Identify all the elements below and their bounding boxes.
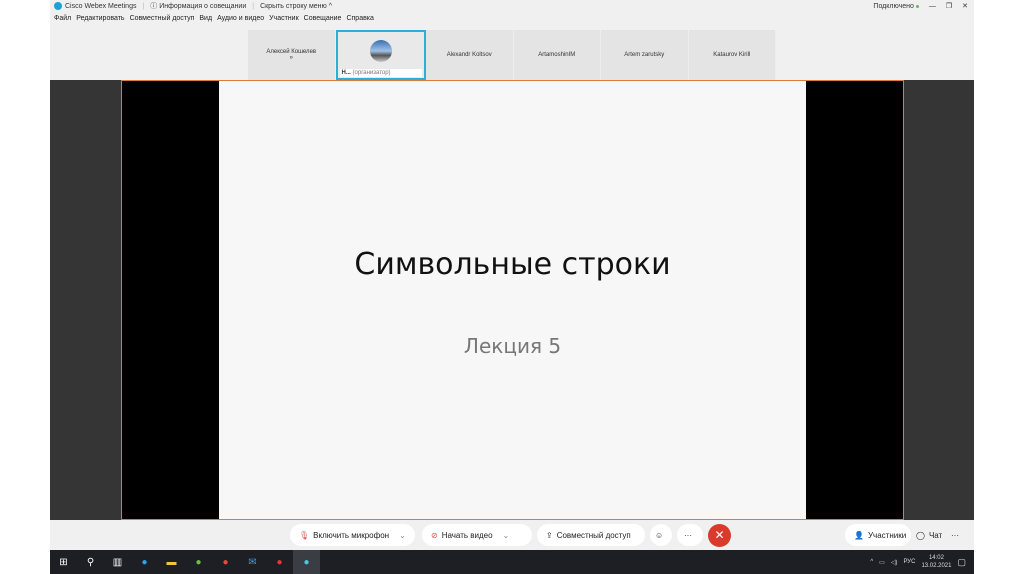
- menu-view[interactable]: Вид: [199, 15, 212, 22]
- menu-meeting[interactable]: Совещание: [304, 15, 342, 22]
- volume-icon[interactable]: ◁): [891, 559, 898, 566]
- status-dot-icon: [915, 4, 919, 8]
- restore-button[interactable]: ❐: [946, 2, 952, 10]
- chat-label: Чат: [928, 530, 943, 540]
- webex-logo-icon: [54, 2, 62, 10]
- people-icon: 👤: [854, 530, 864, 540]
- status-label: Подключено: [873, 2, 914, 10]
- network-icon[interactable]: ▭: [879, 559, 885, 566]
- clock[interactable]: 14:02 13.02.2021: [921, 554, 951, 570]
- language-indicator[interactable]: РУС: [903, 559, 915, 565]
- participant-name: Artem zarutsky: [624, 52, 665, 58]
- participants-button[interactable]: 👤 Участники: [845, 524, 911, 546]
- notifications-icon[interactable]: ▢: [957, 557, 966, 568]
- hide-menu-button[interactable]: Скрыть строку меню ^: [260, 3, 332, 10]
- participant-name: Н...: [341, 70, 351, 76]
- clock-time: 14:02: [928, 555, 944, 561]
- minimize-button[interactable]: —: [929, 3, 936, 10]
- unmute-button[interactable]: 🎙 Включить микрофон ⌄: [290, 524, 415, 546]
- host-role: (организатор): [352, 70, 391, 76]
- share-label: Совместный доступ: [556, 530, 631, 540]
- chat-button[interactable]: ◯ Чат: [907, 524, 947, 546]
- title-bar: Cisco Webex Meetings | ⓘ Информация о со…: [50, 0, 974, 12]
- windows-taskbar: ⊞ ⚲ ▥ ● ▬ ● ● ✉ ● ● ^ ▭ ◁) РУС 14:02 13.0…: [50, 550, 974, 574]
- chevron-down-icon[interactable]: ⌄: [399, 531, 406, 540]
- slide-subtitle: Лекция 5: [463, 334, 562, 358]
- microphone-muted-icon: 🎙: [299, 530, 310, 540]
- tray-chevron-up-icon[interactable]: ^: [870, 559, 873, 565]
- menu-edit[interactable]: Редактировать: [76, 15, 124, 22]
- shared-content-stage: Символьные строки Лекция 5: [50, 80, 974, 520]
- meeting-controls: 🎙 Включить микрофон ⌄ ⊘ Начать видео ⌄ ⇪ Совм…: [50, 520, 974, 550]
- meeting-info-button[interactable]: ⓘ Информация о совещании: [150, 1, 246, 11]
- participant-tile[interactable]: Artem zarutsky: [601, 30, 689, 80]
- chevron-down-icon[interactable]: ⌄: [503, 531, 510, 540]
- chat-icon: ◯: [916, 530, 925, 540]
- end-meeting-button[interactable]: ✕: [708, 524, 731, 547]
- yandex-browser-icon[interactable]: ●: [266, 550, 293, 574]
- participants-label: Участники: [867, 530, 907, 540]
- reactions-button[interactable]: ☺: [650, 524, 672, 546]
- app-title: Cisco Webex Meetings: [65, 2, 137, 10]
- more-icon: ···: [951, 530, 959, 540]
- more-icon: ···: [684, 530, 692, 540]
- menu-bar: Файл Редактировать Совместный доступ Вид…: [54, 15, 374, 22]
- utorrent-icon[interactable]: ●: [185, 550, 212, 574]
- participant-tile-host[interactable]: Н... (организатор): [335, 30, 426, 80]
- system-tray: ^ ▭ ◁) РУС 14:02 13.02.2021 ▢: [870, 550, 966, 574]
- close-button[interactable]: ✕: [962, 2, 968, 10]
- participant-name: ArtamoshinIM: [538, 52, 576, 58]
- task-view-icon[interactable]: ▥: [104, 550, 131, 574]
- meeting-info-label: Информация о совещании: [159, 3, 247, 10]
- video-off-icon: ⊘: [431, 530, 438, 540]
- participant-tile[interactable]: Kataurov Kirill: [689, 30, 776, 80]
- participant-name: Alexandr Koltsov: [446, 52, 492, 58]
- menu-file[interactable]: Файл: [54, 15, 71, 22]
- mail-icon[interactable]: ✉: [239, 550, 266, 574]
- participant-tile[interactable]: ArtamoshinIM: [514, 30, 601, 80]
- shared-screen-frame: Символьные строки Лекция 5: [121, 80, 904, 520]
- webex-window: Cisco Webex Meetings | ⓘ Информация о со…: [50, 0, 974, 550]
- more-options-button[interactable]: ···: [677, 524, 703, 546]
- unmute-label: Включить микрофон: [313, 530, 390, 540]
- presentation-slide: Символьные строки Лекция 5: [219, 81, 806, 519]
- clock-date: 13.02.2021: [921, 563, 952, 569]
- participant-more: »: [289, 55, 293, 61]
- participant-strip: Алексей Кошелев» Н... (организатор) Alex…: [248, 30, 776, 80]
- chrome-icon[interactable]: ●: [212, 550, 239, 574]
- more-panels-button[interactable]: ···: [947, 524, 969, 546]
- participant-tile[interactable]: Алексей Кошелев»: [248, 30, 336, 80]
- menu-share[interactable]: Совместный доступ: [130, 15, 195, 22]
- slide-title: Символьные строки: [354, 247, 671, 282]
- avatar: [369, 40, 392, 62]
- participant-name: Kataurov Kirill: [713, 52, 751, 58]
- menu-participant[interactable]: Участник: [269, 15, 299, 22]
- menu-help[interactable]: Справка: [346, 15, 373, 22]
- start-video-button[interactable]: ⊘ Начать видео ⌄: [422, 524, 532, 546]
- share-icon: ⇪: [546, 530, 553, 540]
- webex-taskbar-icon[interactable]: ●: [293, 550, 320, 574]
- participant-tile[interactable]: Alexandr Koltsov: [426, 30, 514, 80]
- start-video-label: Начать видео: [441, 530, 493, 540]
- share-button[interactable]: ⇪ Совместный доступ: [537, 524, 645, 546]
- emoji-icon: ☺: [655, 530, 664, 540]
- menu-audio-video[interactable]: Аудио и видео: [217, 15, 264, 22]
- edge-icon[interactable]: ●: [131, 550, 158, 574]
- windows-start-icon[interactable]: ⊞: [50, 550, 77, 574]
- search-icon[interactable]: ⚲: [77, 550, 104, 574]
- connection-status: Подключено: [873, 2, 919, 10]
- close-icon: ✕: [714, 528, 725, 542]
- host-label: Н... (организатор): [339, 69, 422, 77]
- file-explorer-icon[interactable]: ▬: [158, 550, 185, 574]
